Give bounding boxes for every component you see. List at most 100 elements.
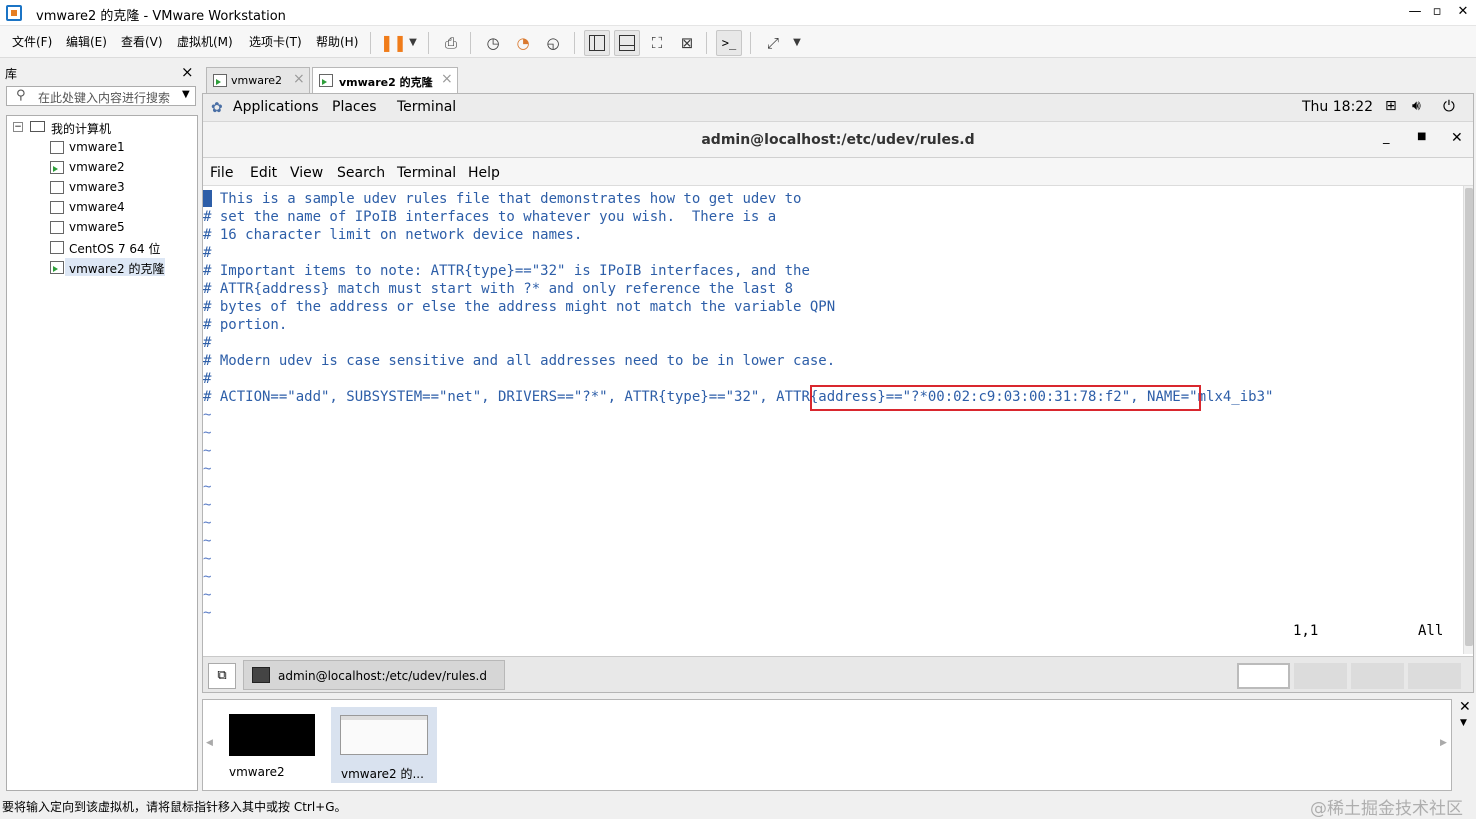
menu-help[interactable]: 帮助(H) xyxy=(316,33,358,50)
tree-item-vmware5[interactable]: vmware5 xyxy=(69,220,125,234)
tree-item-vmware2-clone[interactable]: vmware2 的克隆 xyxy=(69,260,164,277)
computer-icon xyxy=(30,121,45,132)
menu-vm[interactable]: 虚拟机(M) xyxy=(177,33,233,50)
library-title: 库 xyxy=(5,67,18,81)
snapshot-manager-icon[interactable]: ◵ xyxy=(542,32,564,54)
show-desktop-icon[interactable]: ⧉ xyxy=(208,663,236,689)
console-icon[interactable]: >_ xyxy=(716,30,742,56)
power-icon[interactable]: ⏻ xyxy=(1443,97,1455,115)
close-window-button[interactable]: ✕ xyxy=(1452,2,1474,22)
chevron-down-icon[interactable]: ▼ xyxy=(182,89,190,100)
tab-vmware2-clone[interactable]: vmware2 的克隆 × xyxy=(312,67,458,94)
terminal-line: # 16 character limit on network device n… xyxy=(203,227,583,243)
menu-toolbar: 文件(F) 编辑(E) 查看(V) 虚拟机(M) 选项卡(T) 帮助(H) ❚❚… xyxy=(0,26,1476,58)
tree-item-vmware3[interactable]: vmware3 xyxy=(69,180,125,194)
thumbnail-image[interactable] xyxy=(229,714,315,756)
maximize-button[interactable]: ▫ xyxy=(1426,2,1448,22)
tree-item-vmware1[interactable]: vmware1 xyxy=(69,140,125,154)
network-icon[interactable]: ⊞ xyxy=(1385,98,1397,114)
tree-item-centos[interactable]: CentOS 7 64 位 xyxy=(69,240,160,257)
tree-root-my-computer[interactable]: 我的计算机 xyxy=(51,120,111,137)
menu-tabs[interactable]: 选项卡(T) xyxy=(249,33,302,50)
terminal-line: # xyxy=(203,335,212,351)
thumbnail-label[interactable]: vmware2 xyxy=(229,765,285,779)
snapshot-icon[interactable]: ◷ xyxy=(482,32,504,54)
dropdown-icon[interactable]: ▼ xyxy=(402,32,424,54)
terminal-menu-search[interactable]: Search xyxy=(337,165,385,181)
toolbar-separator xyxy=(428,32,429,54)
vm-running-icon xyxy=(319,74,333,87)
vm-running-icon xyxy=(50,261,64,274)
tab-close-button[interactable]: × xyxy=(293,71,305,87)
thumbnail-close-button[interactable]: ✕ xyxy=(1459,699,1471,715)
tab-close-button[interactable]: × xyxy=(441,71,453,87)
terminal-menu-edit[interactable]: Edit xyxy=(250,165,277,181)
terminal-maximize-button[interactable]: ■ xyxy=(1417,131,1426,142)
library-close-button[interactable]: × xyxy=(181,63,194,81)
clock[interactable]: Thu 18:22 xyxy=(1302,99,1373,115)
places-menu[interactable]: Places xyxy=(332,99,377,115)
window-list-item[interactable]: admin@localhost:/etc/udev/rules.d xyxy=(243,660,505,690)
terminal-close-button[interactable]: ✕ xyxy=(1451,130,1463,146)
terminal-menu-view[interactable]: View xyxy=(290,165,323,181)
revert-snapshot-icon[interactable]: ◔ xyxy=(512,32,534,54)
terminal-line: # xyxy=(203,371,212,387)
terminal-menu-help[interactable]: Help xyxy=(468,165,500,181)
gnome-window-list: ⧉ admin@localhost:/etc/udev/rules.d xyxy=(203,656,1473,692)
terminal-window-title: admin@localhost:/etc/udev/rules.d xyxy=(701,132,975,148)
terminal-scrollbar[interactable] xyxy=(1463,186,1473,654)
library-search[interactable]: ⚲ 在此处键入内容进行搜索 ▼ xyxy=(6,86,196,106)
terminal-line: # This is a sample udev rules file that … xyxy=(203,191,802,207)
terminal-menu-file[interactable]: File xyxy=(210,165,233,181)
terminal-menu-terminal[interactable]: Terminal xyxy=(397,165,456,181)
dropdown-icon[interactable]: ▼ xyxy=(786,32,808,54)
workspace-3[interactable] xyxy=(1351,663,1404,689)
tree-item-vmware2[interactable]: vmware2 xyxy=(69,160,125,174)
collapse-icon[interactable]: − xyxy=(13,122,23,132)
terminal-icon xyxy=(252,667,270,683)
fullscreen-icon[interactable]: ⛶ xyxy=(646,32,668,54)
workspace-2[interactable] xyxy=(1294,663,1347,689)
library-tree: − 我的计算机 vmware1 vmware2 vmware3 vmware4 … xyxy=(6,115,198,791)
thumbnail-titlebar xyxy=(341,716,427,720)
thumbnail-view-icon[interactable] xyxy=(614,30,640,56)
search-input[interactable]: 在此处键入内容进行搜索 xyxy=(38,89,170,106)
empty-line-marker: ~ xyxy=(203,425,212,441)
empty-line-marker: ~ xyxy=(203,569,212,585)
workspace-4[interactable] xyxy=(1408,663,1461,689)
vm-icon xyxy=(50,241,64,254)
tab-label: vmware2 的克隆 xyxy=(339,76,433,89)
highlight-box xyxy=(810,385,1201,411)
menu-file[interactable]: 文件(F) xyxy=(12,33,52,50)
send-keys-icon[interactable]: ⎙ xyxy=(440,32,462,54)
library-view-icon[interactable] xyxy=(584,30,610,56)
vm-display[interactable]: ✿ Applications Places Terminal Thu 18:22… xyxy=(202,93,1474,693)
thumbnail-image xyxy=(340,715,428,755)
pause-icon[interactable]: ❚❚ xyxy=(380,32,407,54)
tree-item-vmware4[interactable]: vmware4 xyxy=(69,200,125,214)
toolbar-separator xyxy=(750,32,751,54)
workspace-1[interactable] xyxy=(1237,663,1290,689)
stretch-icon[interactable]: ⤢ xyxy=(762,32,784,54)
terminal-line: # Modern udev is case sensitive and all … xyxy=(203,353,836,369)
unity-icon[interactable]: ⊠ xyxy=(676,32,698,54)
thumbnail-label: vmware2 的... xyxy=(341,767,424,781)
terminal-minimize-button[interactable]: _ xyxy=(1383,130,1390,145)
terminal-app-menu[interactable]: Terminal xyxy=(397,99,456,115)
terminal-text-area[interactable]: # This is a sample udev rules file that … xyxy=(203,186,1463,654)
window-title: vmware2 的克隆 - VMware Workstation xyxy=(36,9,286,24)
menu-edit[interactable]: 编辑(E) xyxy=(66,33,107,50)
thumbnail-dropdown-icon[interactable]: ▼ xyxy=(1460,718,1467,728)
vim-view-position: All xyxy=(1418,623,1444,639)
applications-menu[interactable]: Applications xyxy=(233,99,319,115)
tab-vmware2[interactable]: vmware2 × xyxy=(206,67,310,93)
empty-line-marker: ~ xyxy=(203,515,212,531)
empty-line-marker: ~ xyxy=(203,551,212,567)
scrollbar-thumb[interactable] xyxy=(1465,188,1473,646)
thumbnail-selected[interactable]: vmware2 的... xyxy=(331,707,437,783)
menu-view[interactable]: 查看(V) xyxy=(121,33,163,50)
minimize-button[interactable]: — xyxy=(1404,2,1426,22)
scroll-left-icon[interactable]: ◀ xyxy=(206,738,213,748)
scroll-right-icon[interactable]: ▶ xyxy=(1440,738,1447,748)
volume-icon[interactable]: 🔊︎ xyxy=(1412,98,1421,114)
